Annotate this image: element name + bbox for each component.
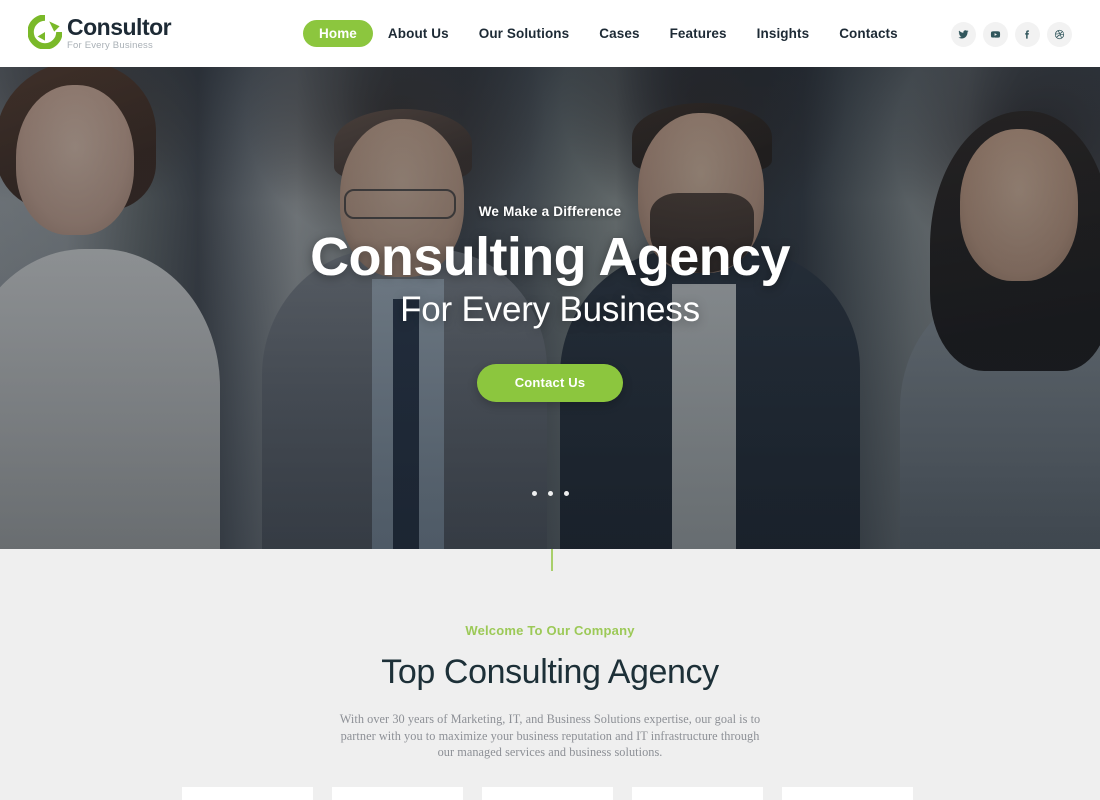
nav-item-features[interactable]: Features [655, 19, 742, 48]
logo-text: Consultor For Every Business [67, 14, 172, 52]
feature-card[interactable] [182, 787, 313, 800]
feature-card[interactable] [632, 787, 763, 800]
slider-dot-2[interactable] [547, 491, 553, 496]
nav-item-our-solutions[interactable]: Our Solutions [464, 19, 585, 48]
youtube-icon[interactable] [983, 22, 1008, 47]
welcome-eyebrow: Welcome To Our Company [465, 623, 635, 638]
feature-cards-row [182, 787, 918, 800]
hero-content: We Make a Difference Consulting Agency F… [0, 67, 1100, 549]
hero-eyebrow: We Make a Difference [478, 204, 622, 219]
welcome-section: Welcome To Our Company Top Consulting Ag… [0, 549, 1100, 800]
site-logo[interactable]: Consultor For Every Business [27, 14, 172, 52]
contact-us-button[interactable]: Contact Us [476, 364, 624, 402]
facebook-icon[interactable] [1015, 22, 1040, 47]
dribbble-icon[interactable] [1047, 22, 1072, 47]
site-header: Consultor For Every Business Home About … [0, 0, 1100, 67]
circular-c-arrow-logo-icon [27, 14, 63, 50]
social-links [951, 22, 1072, 47]
brand-tagline: For Every Business [67, 40, 153, 51]
slider-dot-3[interactable] [563, 491, 569, 496]
welcome-description: With over 30 years of Marketing, IT, and… [339, 712, 761, 759]
feature-card[interactable] [782, 787, 913, 800]
nav-item-cases[interactable]: Cases [584, 19, 654, 48]
hero-title: Consulting Agency [310, 227, 790, 287]
hero-slider: We Make a Difference Consulting Agency F… [0, 67, 1100, 549]
feature-card[interactable] [482, 787, 613, 800]
hero-subtitle: For Every Business [400, 290, 700, 329]
main-navigation: Home About Us Our Solutions Cases Featur… [303, 0, 913, 67]
nav-item-contacts[interactable]: Contacts [824, 19, 913, 48]
feature-card[interactable] [332, 787, 463, 800]
nav-item-about-us[interactable]: About Us [373, 19, 464, 48]
twitter-icon[interactable] [951, 22, 976, 47]
slider-dot-1[interactable] [531, 491, 537, 496]
nav-item-home[interactable]: Home [303, 20, 373, 47]
page-title: Top Consulting Agency [381, 653, 719, 691]
brand-name: Consultor [67, 14, 172, 40]
slider-pagination [0, 491, 1100, 496]
nav-item-insights[interactable]: Insights [742, 19, 825, 48]
